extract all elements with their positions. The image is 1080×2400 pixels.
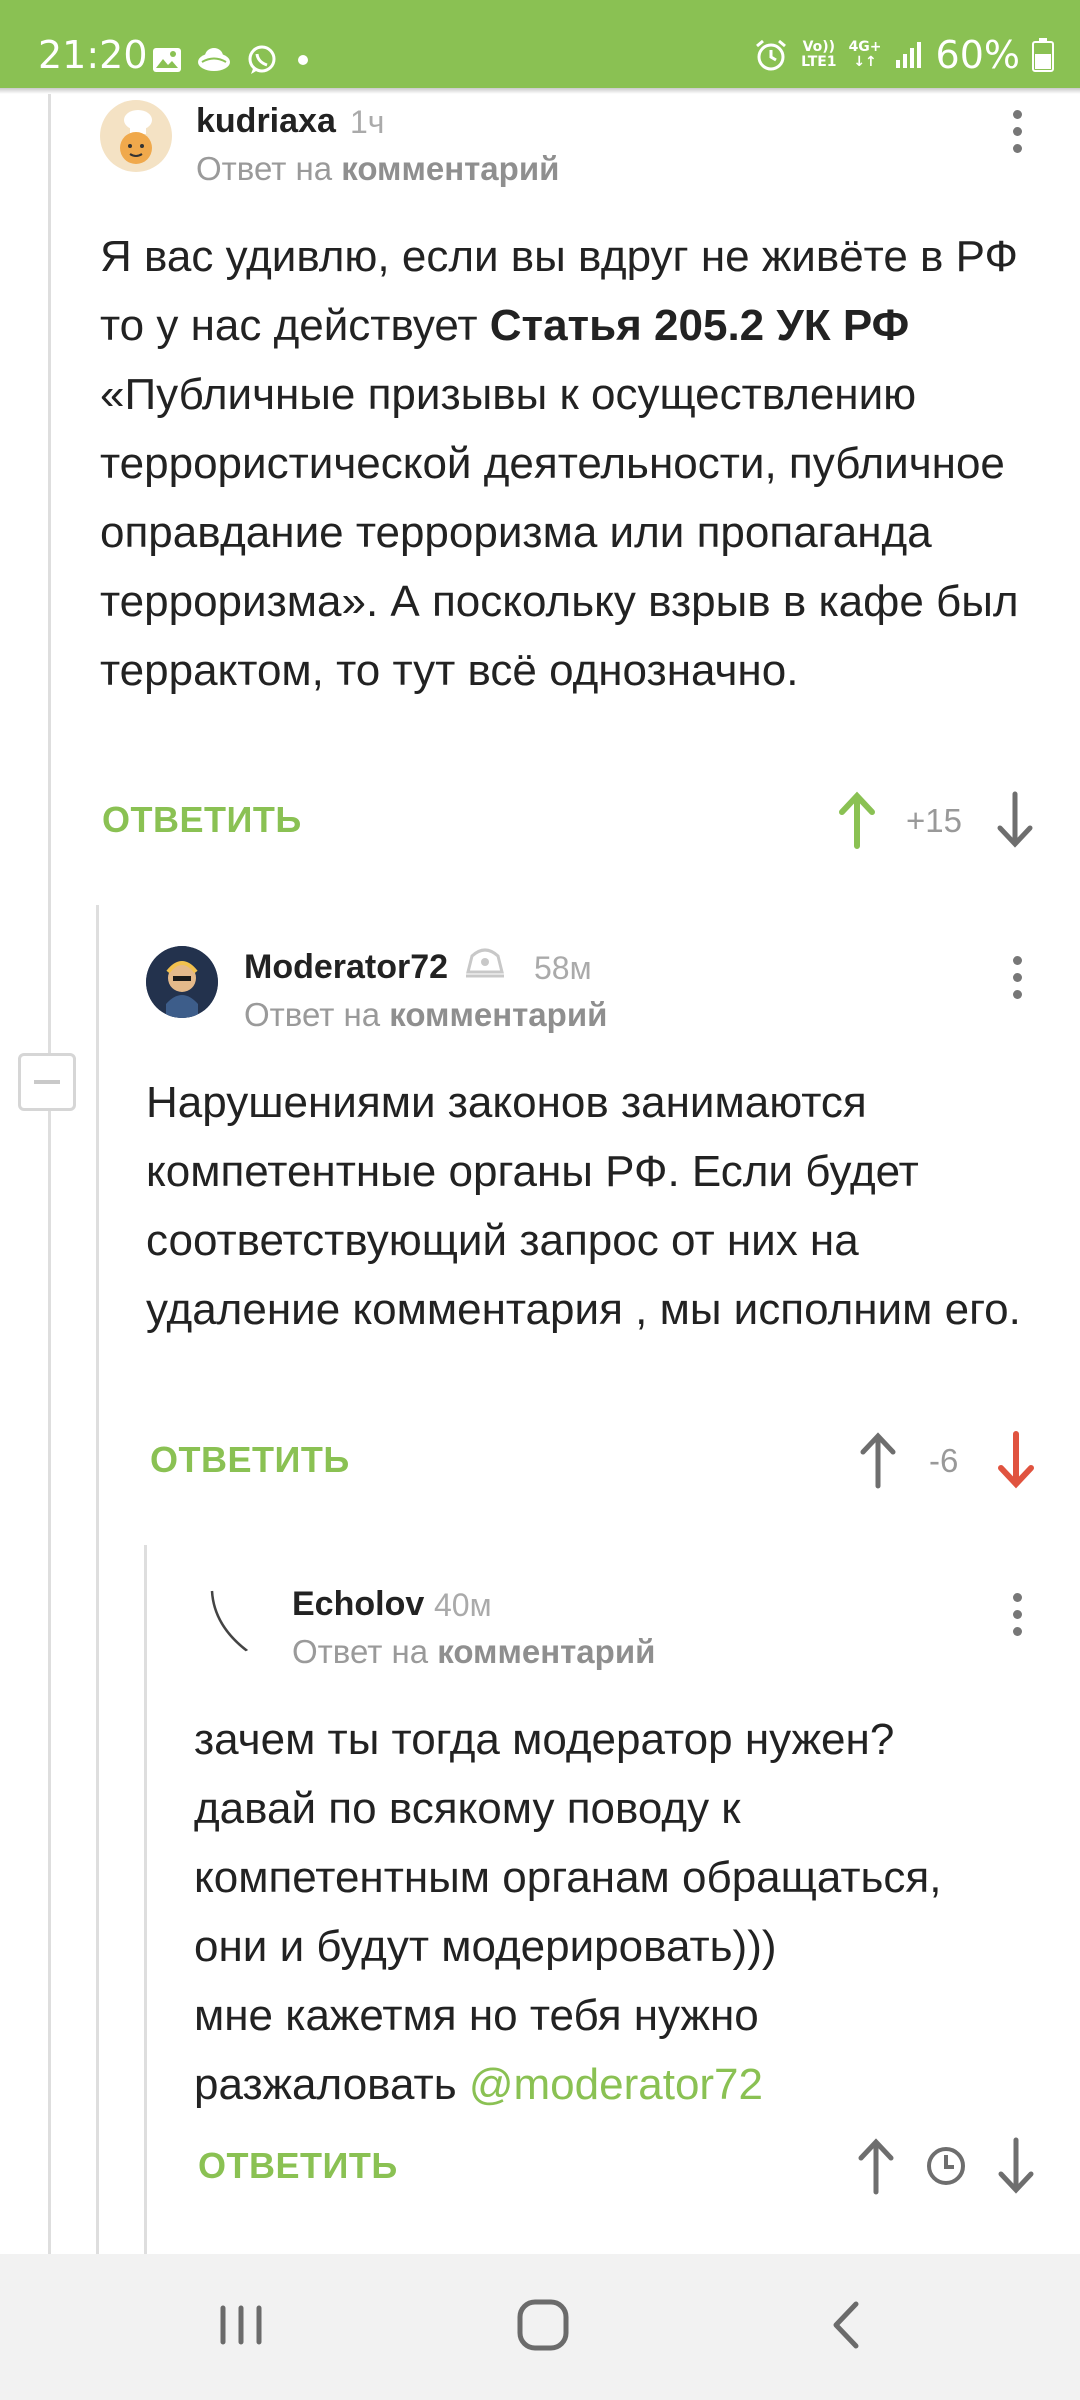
clock-icon	[927, 2147, 965, 2185]
data-4g-icon: 4G+ ↓↑	[848, 39, 882, 70]
status-bar: 21:20 Vo)) LTE1 4G+ ↓↑ 60%	[0, 0, 1080, 88]
reply-to-label: Ответ на комментарий	[196, 150, 560, 187]
reply-to-label: Ответ на комментарий	[244, 996, 608, 1033]
comment-actions: ОТВЕТИТЬ	[198, 2136, 1048, 2196]
dot-icon	[298, 55, 308, 65]
system-icons: Vo)) LTE1 4G+ ↓↑ 60%	[753, 36, 1054, 74]
username[interactable]: Moderator72	[244, 950, 448, 984]
navigation-bar	[0, 2254, 1080, 2400]
user-mention-link[interactable]: @moderator72	[469, 2060, 763, 2109]
comment-body: Нарушениями законов занимаются компетент…	[146, 1078, 1021, 1334]
comment-time: 58м	[534, 950, 592, 986]
thread-line-level-1	[48, 94, 51, 2254]
moderator-badge-icon	[466, 948, 504, 978]
back-icon[interactable]	[812, 2290, 882, 2360]
battery-percent: 60%	[935, 33, 1020, 77]
username[interactable]: Echolov	[292, 1587, 424, 1621]
reply-to-link[interactable]: комментарий	[437, 1633, 655, 1670]
reply-button[interactable]: ОТВЕТИТЬ	[102, 802, 302, 838]
image-icon	[153, 48, 181, 72]
comment-actions: ОТВЕТИТЬ +15	[102, 790, 1042, 850]
alarm-icon	[756, 39, 787, 71]
upvote-icon[interactable]	[832, 790, 882, 850]
status-bar-shadow	[0, 88, 1080, 94]
home-icon[interactable]	[508, 2290, 578, 2360]
comment-echolov: Echolov 40м Ответ на комментарий зачем т…	[194, 1583, 1064, 2203]
reply-to-label: Ответ на комментарий	[292, 1633, 656, 1670]
volte-icon: Vo)) LTE1	[801, 39, 837, 70]
comment-time: 1ч	[350, 104, 385, 140]
collapse-thread-button[interactable]	[18, 1053, 76, 1111]
downvote-icon[interactable]	[991, 1430, 1041, 1490]
notification-icons	[152, 44, 314, 76]
avatar[interactable]	[194, 1583, 266, 1655]
more-options-icon[interactable]	[1007, 956, 1027, 1006]
avatar[interactable]	[146, 946, 218, 1018]
reply-button[interactable]: ОТВЕТИТЬ	[150, 1442, 350, 1478]
comment-time: 40м	[434, 1587, 492, 1623]
reply-to-link[interactable]: комментарий	[341, 150, 559, 187]
thread-line-level-2	[96, 905, 99, 2254]
status-time: 21:20	[38, 33, 148, 77]
avatar[interactable]	[100, 100, 172, 172]
cloud-icon	[198, 48, 230, 71]
username[interactable]: kudriaxa	[196, 104, 336, 138]
rating-value: -6	[929, 1442, 959, 1479]
upvote-icon[interactable]	[853, 1430, 903, 1490]
rating-value: +15	[906, 802, 962, 839]
comment-kudriaxa: kudriaxa 1ч Ответ на комментарий Я вас у…	[100, 100, 1060, 860]
more-options-icon[interactable]	[1007, 1593, 1027, 1643]
battery-icon	[1032, 38, 1054, 72]
whatsapp-icon	[248, 45, 276, 74]
comment-body: зачем ты тогда модератор нужен? давай по…	[194, 1715, 942, 2109]
more-options-icon[interactable]	[1007, 110, 1027, 160]
comment-body: Я вас удивлю, если вы вдруг не живёте в …	[100, 232, 1019, 695]
reply-button[interactable]: ОТВЕТИТЬ	[198, 2148, 398, 2184]
comment-actions: ОТВЕТИТЬ -6	[150, 1430, 1050, 1490]
downvote-icon[interactable]	[991, 2136, 1041, 2196]
recent-apps-icon[interactable]	[206, 2290, 276, 2360]
signal-icon	[895, 42, 921, 68]
thread-line-level-3	[144, 1545, 147, 2254]
downvote-icon[interactable]	[990, 790, 1040, 850]
comment-moderator72: Moderator72 58м Ответ на комментарий Нар…	[146, 946, 1066, 1506]
reply-to-link[interactable]: комментарий	[389, 996, 607, 1033]
upvote-icon[interactable]	[851, 2136, 901, 2196]
